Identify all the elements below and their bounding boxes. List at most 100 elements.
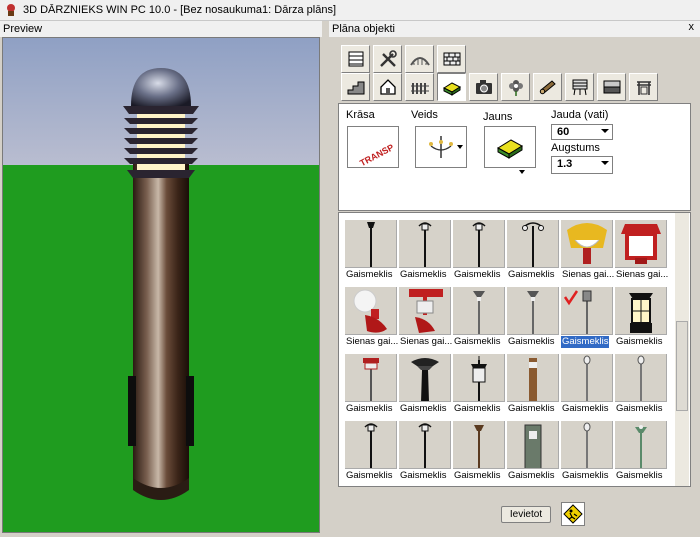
- item-thumbnail: [345, 421, 397, 469]
- pergola-tool-button[interactable]: [629, 73, 658, 101]
- item-label: Gaismeklis: [508, 269, 555, 280]
- catalog-item[interactable]: Gaismeklis: [399, 354, 452, 420]
- catalog-item[interactable]: Gaismeklis: [615, 354, 668, 420]
- item-label: Gaismeklis: [616, 336, 663, 347]
- brick-wall-icon: [443, 52, 460, 66]
- catalog-item[interactable]: Gaismeklis: [345, 421, 398, 486]
- catalog-item[interactable]: Gaismeklis: [615, 287, 668, 353]
- power-chevron-icon: [601, 129, 609, 133]
- item-thumbnail: [507, 220, 559, 268]
- catalog-item[interactable]: Gaismeklis: [453, 287, 506, 353]
- item-label: Sienas gai...: [616, 269, 669, 280]
- power-select[interactable]: 60: [551, 124, 613, 140]
- properties-box: Krāsa TRANSP Veids Jauns Jauda (vati) 60…: [338, 103, 691, 211]
- height-select[interactable]: 1.3: [551, 156, 613, 174]
- catalog-item[interactable]: Gaismeklis: [345, 354, 398, 420]
- item-thumbnail: [561, 421, 613, 469]
- item-label: Gaismeklis: [559, 335, 611, 349]
- item-thumbnail: [453, 220, 505, 268]
- camera-tool-button[interactable]: [469, 73, 498, 101]
- item-label: Gaismeklis: [400, 269, 447, 280]
- item-label: Gaismeklis: [616, 403, 663, 414]
- svg-text:TRANSP: TRANSP: [358, 142, 395, 167]
- window-title: 3D DĀRZNIEKS WIN PC 10.0 - [Bez nosaukum…: [23, 4, 337, 16]
- new-object-button[interactable]: [484, 126, 536, 168]
- item-thumbnail: [399, 287, 451, 335]
- catalog-item[interactable]: Gaismeklis: [507, 220, 560, 286]
- catalog-item[interactable]: Sienas gai...: [615, 220, 668, 286]
- height-value: 1.3: [557, 158, 573, 170]
- flower-tool-button[interactable]: [501, 73, 530, 101]
- surface-tool-button[interactable]: [597, 73, 626, 101]
- item-thumbnail: [507, 354, 559, 402]
- item-label: Gaismeklis: [454, 269, 501, 280]
- item-thumbnail: [615, 421, 667, 469]
- catalog-item[interactable]: Gaismeklis: [399, 220, 452, 286]
- item-label: Gaismeklis: [562, 470, 609, 481]
- scrollbar-thumb[interactable]: [676, 321, 688, 411]
- catalog-item[interactable]: Gaismeklis: [615, 421, 668, 486]
- fence-tool-button[interactable]: [405, 73, 434, 101]
- road-work-icon[interactable]: [561, 502, 585, 526]
- item-thumbnail: [561, 287, 613, 335]
- catalog-item[interactable]: Gaismeklis: [561, 354, 614, 420]
- catalog-item[interactable]: Sienas gai...: [345, 287, 398, 353]
- item-thumbnail: [345, 354, 397, 402]
- item-label: Gaismeklis: [616, 470, 663, 481]
- item-thumbnail: [561, 354, 613, 402]
- fence-icon: [410, 83, 429, 94]
- item-label: Gaismeklis: [400, 403, 447, 414]
- panel-splitter[interactable]: [322, 21, 329, 537]
- preview-viewport[interactable]: [2, 37, 320, 533]
- item-thumbnail: [615, 220, 667, 268]
- catalog-item[interactable]: Gaismeklis: [453, 220, 506, 286]
- grill-tool-button[interactable]: [565, 73, 594, 101]
- place-button[interactable]: Ievietot: [501, 506, 551, 523]
- tools-tool-button[interactable]: [373, 45, 402, 73]
- item-label: Gaismeklis: [454, 470, 501, 481]
- close-icon[interactable]: x: [689, 21, 695, 33]
- catalog-item[interactable]: Gaismeklis: [507, 287, 560, 353]
- tools-icon: [379, 50, 397, 67]
- item-thumbnail: [615, 287, 667, 335]
- catalog-item[interactable]: Gaismeklis: [561, 421, 614, 486]
- garden-light-icon: [442, 82, 461, 96]
- bridge-tool-button[interactable]: [405, 45, 434, 73]
- garden-light-icon: [497, 139, 523, 159]
- new-label: Jauns: [483, 111, 513, 123]
- type-selector[interactable]: [415, 126, 467, 168]
- item-thumbnail: [399, 354, 451, 402]
- height-label: Augstums: [551, 142, 600, 154]
- power-value: 60: [557, 126, 570, 138]
- stairs-tool-button[interactable]: [341, 73, 370, 101]
- stairs-icon: [347, 81, 364, 95]
- item-label: Gaismeklis: [346, 470, 393, 481]
- item-label: Gaismeklis: [454, 403, 501, 414]
- brick-wall-tool-button[interactable]: [437, 45, 466, 73]
- catalog-item[interactable]: Sienas gai...: [399, 287, 452, 353]
- catalog-item[interactable]: Gaismeklis: [507, 354, 560, 420]
- catalog-item[interactable]: Sienas gai...: [561, 220, 614, 286]
- title-bar: 3D DĀRZNIEKS WIN PC 10.0 - [Bez nosaukum…: [0, 0, 700, 21]
- catalog-item[interactable]: Gaismeklis: [345, 220, 398, 286]
- item-thumbnail: [615, 354, 667, 402]
- table-tool-button[interactable]: [341, 45, 370, 73]
- catalog-item[interactable]: Gaismeklis: [453, 421, 506, 486]
- catalog-item[interactable]: Gaismeklis: [453, 354, 506, 420]
- catalog-item[interactable]: Gaismeklis: [507, 421, 560, 486]
- grill-icon: [572, 79, 587, 96]
- item-thumbnail: [453, 421, 505, 469]
- garden-light-tool-button[interactable]: [437, 73, 466, 101]
- house-tool-button[interactable]: [373, 73, 402, 101]
- app-icon: [7, 4, 15, 16]
- catalog-item[interactable]: Gaismeklis: [399, 421, 452, 486]
- log-tool-button[interactable]: [533, 73, 562, 101]
- surface-icon: [603, 80, 620, 94]
- chandelier-icon: [429, 136, 453, 158]
- color-swatch[interactable]: TRANSP: [347, 126, 399, 168]
- camera-icon: [475, 80, 492, 94]
- catalog-scrollbar[interactable]: [675, 213, 689, 486]
- catalog-item[interactable]: Gaismeklis: [559, 287, 614, 353]
- new-chevron-icon[interactable]: [519, 170, 525, 174]
- item-thumbnail: [453, 287, 505, 335]
